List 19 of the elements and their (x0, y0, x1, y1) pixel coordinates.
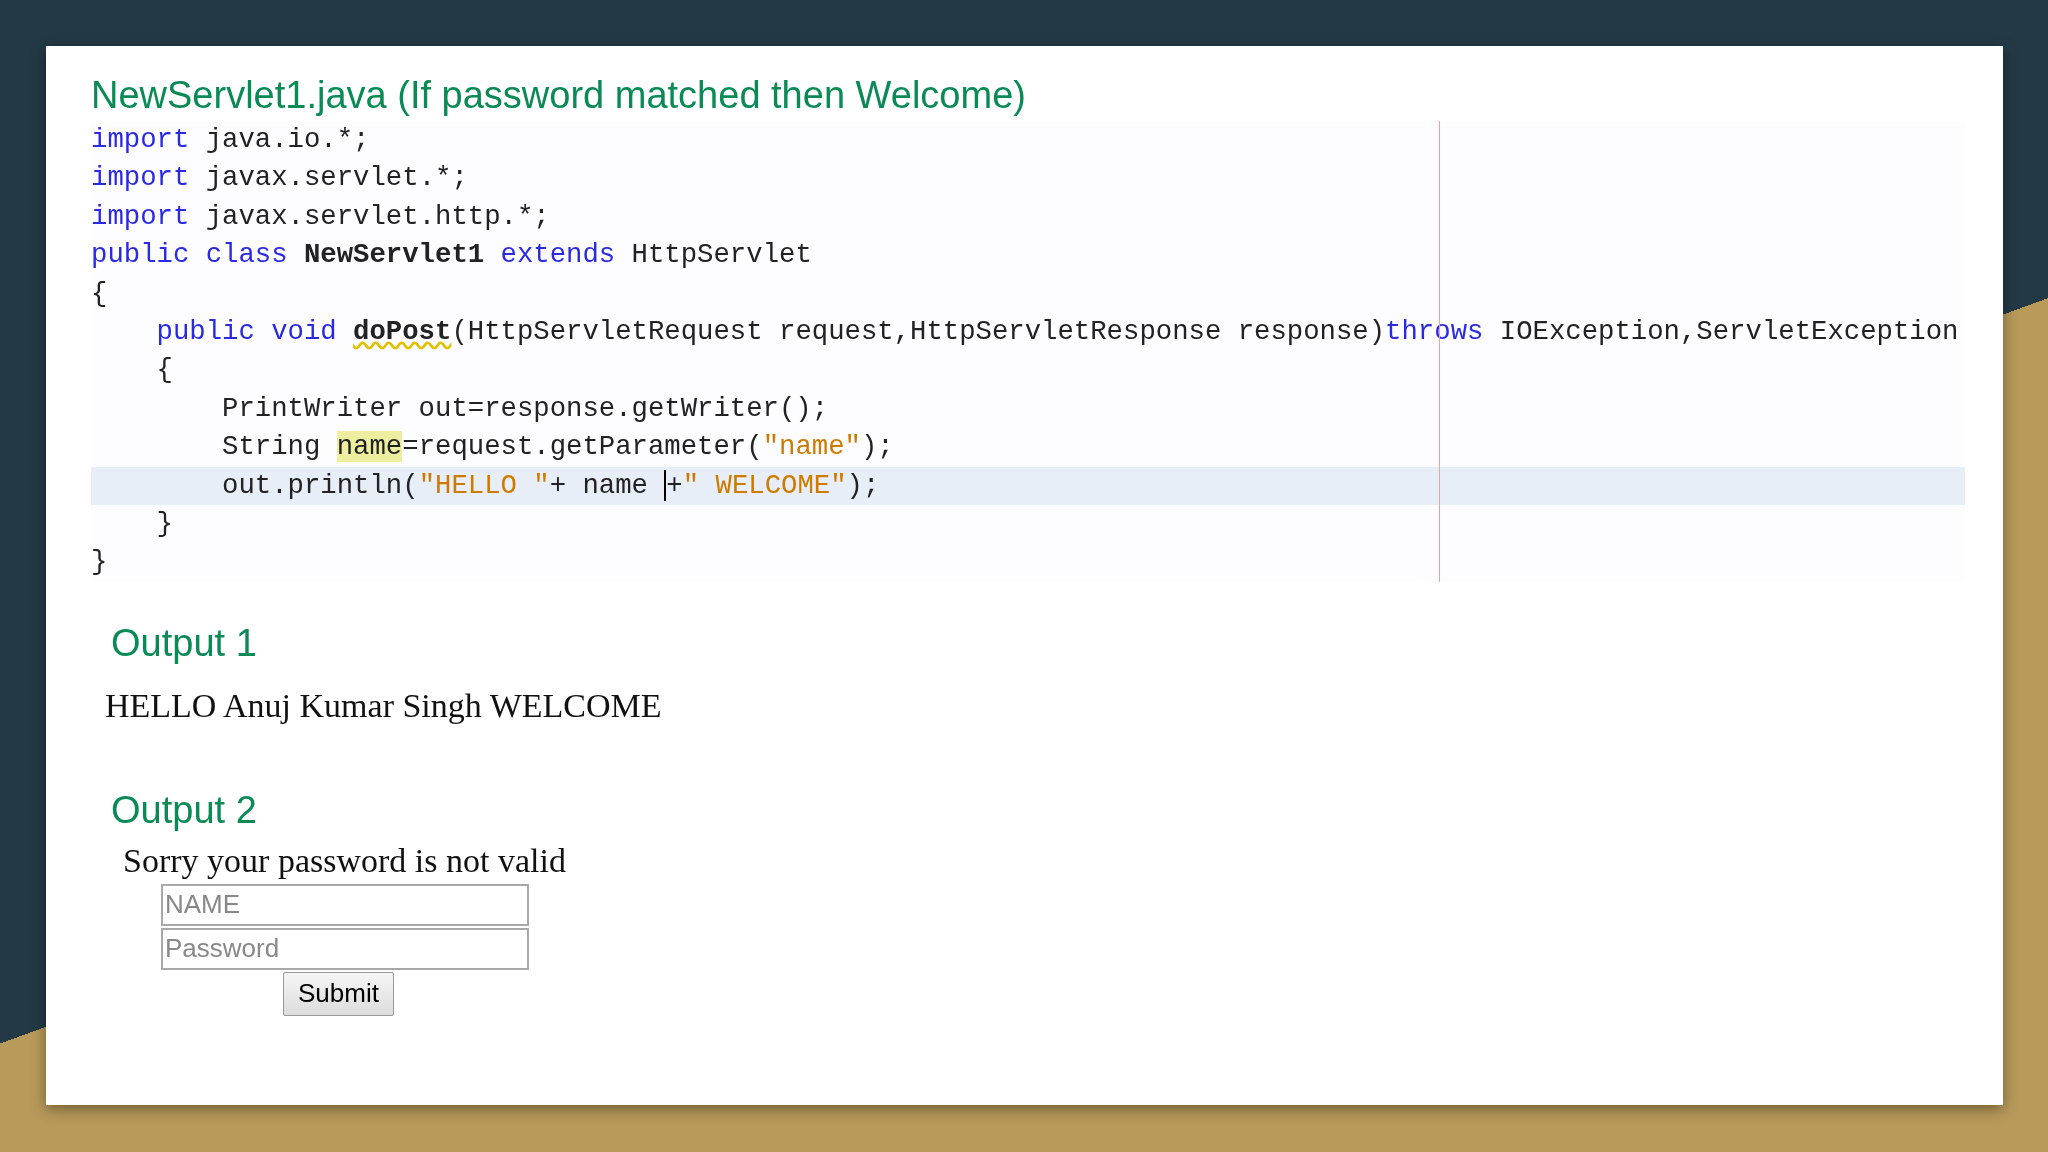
code-line: } (155, 506, 174, 541)
input-field[interactable]: NAME (161, 883, 529, 926)
code-line: PrintWriter out=response.getWriter(); (221, 391, 830, 426)
code-line: public class NewServlet1 extends HttpServlet (91, 238, 813, 273)
code-line: } (91, 545, 109, 580)
output-text: HELLO Anuj Kumar Singh WELCOME (105, 686, 663, 725)
code-line: import java.io.*; (91, 123, 371, 157)
code-line: import javax.servlet.*; (91, 161, 469, 196)
output-heading: Output 2 (111, 788, 258, 832)
submit-button[interactable]: Submit (283, 971, 394, 1016)
code-line: public void doPost(HttpServletRequest request,HttpServletResponse response)throws IOException,ServletException (155, 314, 1960, 349)
code-line: import javax.servlet.http.*; (91, 199, 551, 234)
code-line: { (91, 276, 109, 311)
error-message: Sorry your password is not valid (123, 841, 567, 880)
code-line: String name=request.getParameter("name"); (221, 430, 895, 465)
input-field[interactable]: Password (161, 927, 529, 970)
code-line: { (155, 353, 174, 388)
output-heading: Output 1 (111, 621, 258, 665)
slide-title: NewServlet1.java (If password matched then Welcome) (91, 74, 1027, 117)
